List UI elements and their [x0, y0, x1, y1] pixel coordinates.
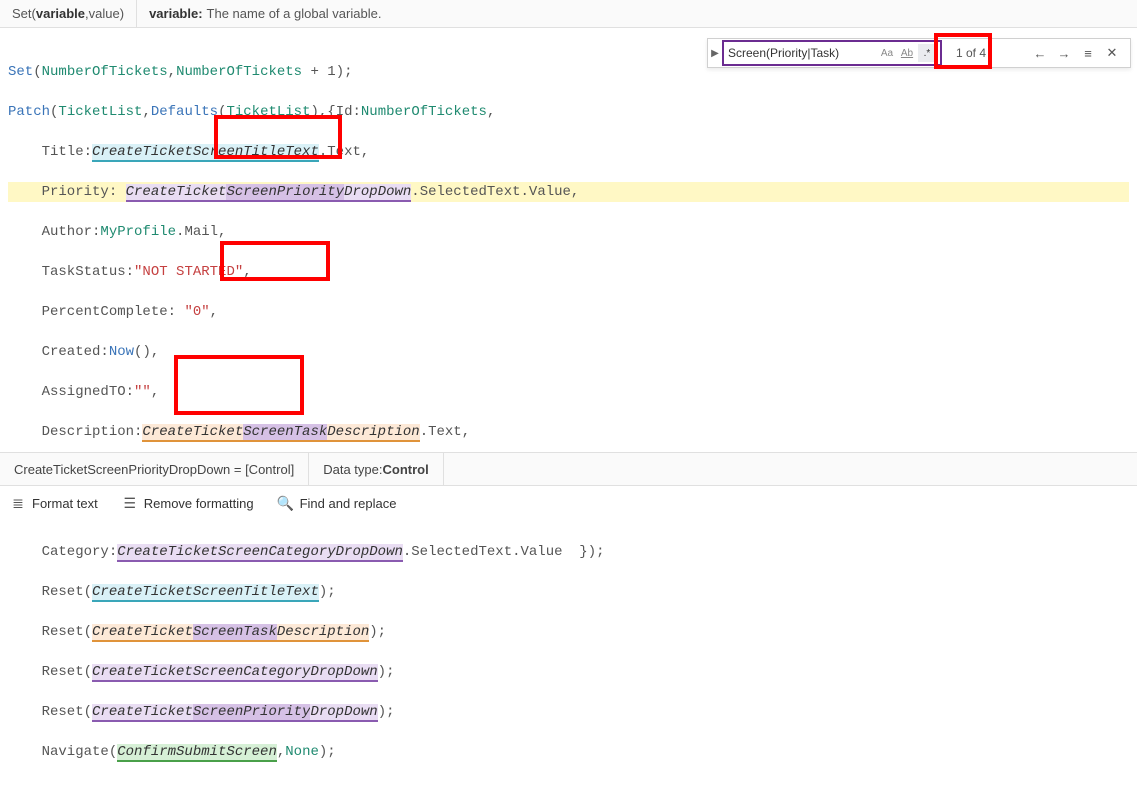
sig-param2: value [89, 6, 120, 21]
desc-param: variable: [149, 6, 202, 21]
find-input[interactable] [728, 46, 876, 60]
signature-desc: variable: The name of a global variable. [137, 0, 393, 27]
remove-format-icon: ☰ [122, 495, 138, 511]
find-input-wrap: Aa Ab .* [722, 40, 942, 66]
format-icon: ≣ [10, 495, 26, 511]
signature-bar: Set(variable, value) variable: The name … [0, 0, 1137, 28]
find-case-toggle[interactable]: Aa [878, 44, 896, 62]
find-regex-toggle[interactable]: .* [918, 44, 936, 62]
status-datatype: Data type: Control [309, 453, 443, 485]
status-identifier: CreateTicketScreenPriorityDropDown = [Co… [0, 453, 309, 485]
status-bar-info: CreateTicketScreenPriorityDropDown = [Co… [0, 452, 1137, 486]
find-expand-toggle[interactable]: ▶ [708, 39, 722, 67]
find-bar: ▶ Aa Ab .* 1 of 4 ← → ≡ ✕ [707, 38, 1131, 68]
formula-toolbar: ≣ Format text ☰ Remove formatting 🔍 Find… [0, 486, 1137, 520]
format-text-button[interactable]: ≣ Format text [10, 495, 98, 511]
find-replace-button[interactable]: 🔍 Find and replace [278, 495, 397, 511]
find-word-toggle[interactable]: Ab [898, 44, 916, 62]
remove-formatting-button[interactable]: ☰ Remove formatting [122, 495, 254, 511]
sig-fn: Set [12, 6, 32, 21]
signature-cell: Set(variable, value) [0, 0, 137, 27]
sig-param1: variable [36, 6, 85, 21]
find-close-button[interactable]: ✕ [1102, 43, 1122, 63]
find-prev-button[interactable]: ← [1030, 43, 1050, 63]
find-next-button[interactable]: → [1054, 43, 1074, 63]
find-in-selection-button[interactable]: ≡ [1078, 43, 1098, 63]
desc-text: The name of a global variable. [207, 6, 382, 21]
formula-editor[interactable]: Set(NumberOfTickets,NumberOfTickets + 1)… [0, 28, 1137, 792]
find-count: 1 of 4 [956, 46, 986, 60]
search-icon: 🔍 [278, 495, 294, 511]
